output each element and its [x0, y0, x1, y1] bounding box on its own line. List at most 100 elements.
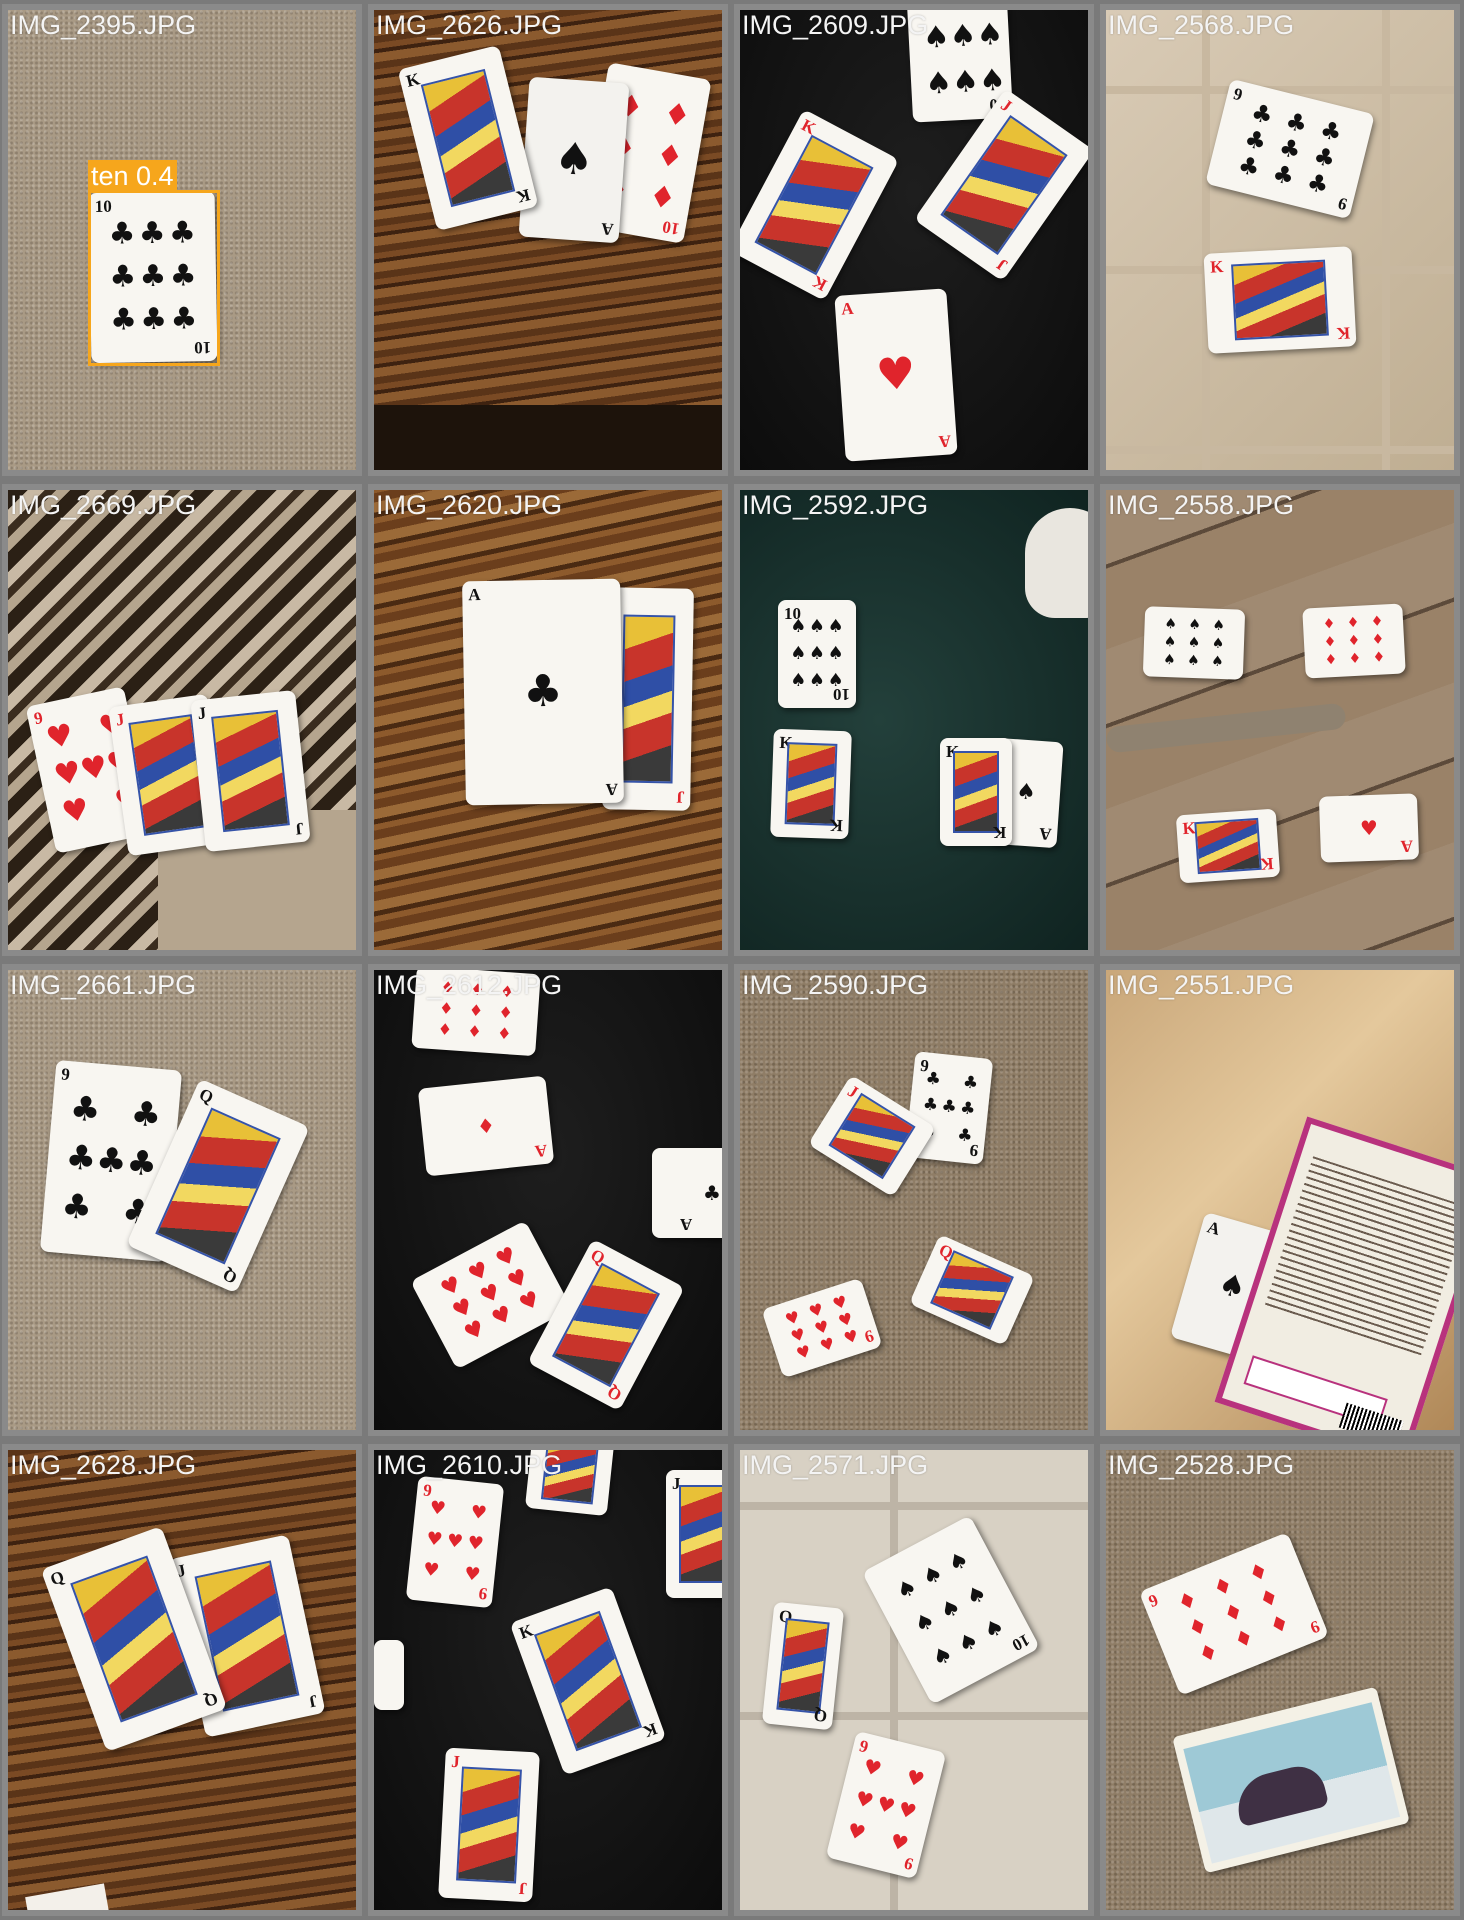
spade-icon: ♠ [1214, 1265, 1250, 1308]
tile-filename: IMG_2628.JPG [10, 1450, 197, 1480]
heart-icon: ♥ [1359, 815, 1379, 841]
card-index: 10 [833, 685, 850, 704]
playing-card: K K [770, 728, 852, 840]
card-pips: ♥ ♥ ♥ ♥ ♥ ♥ ♥ ♥ ♥ [782, 1291, 861, 1364]
image-tile[interactable]: IMG_2626.JPG ♦♦♦♦♦♦ 10 ♠ A K K [368, 4, 728, 476]
tile-filename: IMG_2568.JPG [1108, 10, 1295, 40]
card-index: 9 [1335, 193, 1349, 214]
card-index: A [605, 779, 618, 799]
card-index: K [516, 1620, 536, 1643]
card-index: A [937, 431, 952, 452]
card-index: Q [219, 1264, 240, 1288]
card-index: Q [47, 1566, 67, 1590]
card-index: A [533, 1140, 548, 1162]
card-face-art [929, 1250, 1015, 1330]
playing-card: ♠ ♠ ♠ ♠ ♠ ♠ ♠ ♠ ♠ [1142, 606, 1246, 680]
card-index: 10 [660, 217, 681, 239]
playing-card: ♥ A [1318, 793, 1420, 863]
image-tile[interactable]: IMG_2571.JPG ♠ ♠ ♠ ♠ ♠ ♠ ♠ ♠ ♠ 10 Q Q 9 ♥ ♥ ♥ ♥ ♥ ♥ ♥ … [734, 1444, 1094, 1916]
image-tile[interactable]: IMG_2528.JPG 9 ♦ ♦ ♦ ♦ ♦ ♦ ♦ ♦ ♦ 9 [1100, 1444, 1460, 1916]
spade-icon: ♠ [552, 132, 596, 187]
card-face-art [1194, 817, 1262, 874]
card-index: K [992, 823, 1006, 842]
image-tile[interactable]: IMG_2669.JPG 9 ♥♥♥♥♥♥♥ J J J [2, 484, 362, 956]
tile-background [1106, 10, 1454, 470]
card-index: A [468, 585, 481, 605]
tile-filename: IMG_2528.JPG [1108, 1450, 1295, 1480]
card-index: J [450, 1751, 461, 1772]
image-tile[interactable]: IMG_2628.JPG J J Q Q [2, 1444, 362, 1916]
spade-icon: ♠ [1015, 779, 1037, 806]
tile-filename: IMG_2612.JPG [376, 970, 563, 1000]
tile-filename: IMG_2620.JPG [376, 490, 563, 520]
card-face-art [775, 1617, 831, 1715]
card-index: A [600, 219, 614, 239]
image-tile[interactable]: IMG_2620.JPG J A ♣ A [368, 484, 728, 956]
card-pips: ♠ ♠ ♠ ♠ ♠ ♠ ♠ ♠ ♠ [790, 615, 844, 692]
card-index: 9 [32, 707, 45, 729]
card-index: K [640, 1719, 660, 1742]
image-tile[interactable]: IMG_2590.JPG 9 ♣♣♣♣♣♣♣ 9 J Q ♥♥♥♥♥♥♥♥♥ 9 [734, 964, 1094, 1436]
card-index: J [675, 787, 685, 807]
image-grid: IMG_2395.JPG 10 ♣ ♣ ♣ ♣ ♣ ♣ ♣ ♣ ♣ 10 ten 0.4 IMG… [0, 0, 1464, 1920]
tile-filename: IMG_2609.JPG [742, 10, 929, 40]
card-index: J [114, 709, 126, 730]
playing-card: ♦ A [417, 1075, 555, 1177]
card-index: K [514, 185, 532, 207]
card-index: A [840, 298, 855, 319]
image-tile[interactable]: IMG_2395.JPG 10 ♣ ♣ ♣ ♣ ♣ ♣ ♣ ♣ ♣ 10 ten 0.4 [2, 4, 362, 476]
game-controller [1025, 508, 1088, 618]
image-tile[interactable]: IMG_2592.JPG 10 ♠♠♠♠♠♠♠♠♠ 10 K K ♠ A K K [734, 484, 1094, 956]
card-index: 9 [968, 1140, 979, 1161]
playing-card: ♣ A [652, 1148, 722, 1238]
card-index: 9 [1307, 1616, 1323, 1638]
image-tile[interactable]: IMG_2558.JPG ♠ ♠ ♠ ♠ ♠ ♠ ♠ ♠ ♠ ♦ ♦ ♦ ♦ ♦ ♦ ♦ ♦ ♦ K K ♥ A [1100, 484, 1460, 956]
card-face-art [952, 750, 1000, 834]
card-index: 9 [1145, 1590, 1161, 1612]
image-tile[interactable]: IMG_2551.JPG A ♠ [1100, 964, 1460, 1436]
club-icon: ♣ [703, 1181, 721, 1205]
card-pips: ♥♥♥♥♥♥♥ [422, 1496, 488, 1587]
club-icon: ♣ [522, 665, 564, 718]
card-face-art [620, 614, 676, 784]
image-tile[interactable]: IMG_2609.JPG ♠♠♠♠♠♠ 10 K K J J A ♥ A [734, 4, 1094, 476]
image-tile[interactable]: IMG_2661.JPG 9 ♣ ♣ ♣ ♣ ♣ ♣ ♣ Q Q [2, 964, 362, 1436]
card-index: K [829, 815, 843, 836]
image-tile[interactable]: IMG_2568.JPG 9 ♣ ♣ ♣ ♣ ♣ ♣ ♣ ♣ ♣ 9 K K [1100, 4, 1460, 476]
detection-box [88, 190, 220, 366]
detection-label: ten 0.4 [88, 160, 177, 192]
card-index: K [1209, 256, 1224, 277]
card-index: Q [201, 1688, 221, 1712]
card-index: 9 [477, 1583, 488, 1604]
card-pips: ♣ ♣ ♣ ♣ ♣ ♣ ♣ ♣ ♣ [1235, 97, 1345, 201]
card-index: A [679, 1215, 692, 1234]
playing-card: K K [940, 738, 1012, 846]
playing-card: A ♥ A [834, 288, 958, 462]
playing-card: J J [438, 1747, 540, 1903]
card-index: K [798, 115, 819, 139]
image-tile[interactable]: IMG_2612.JPG ♦ ♦ ♦ ♦ ♦ ♦ ♦ ♦ ♦ ♦ A ♣ A ♥ ♥ ♥ ♥ ♥ ♥ ♥ ♥ ♥… [368, 964, 728, 1436]
playing-card-back: ♠ A [518, 76, 630, 244]
card-index: A [1205, 1217, 1223, 1239]
card-face-art [1230, 259, 1330, 341]
card-index: K [404, 69, 422, 91]
card-face-art [678, 1485, 722, 1583]
playing-card: Q Q [761, 1601, 845, 1731]
image-tile[interactable]: IMG_2610.JPG J 9 ♥ ♥ ♥ ♥ ♥ ♥ ♥ 9 K K J J [368, 1444, 728, 1916]
card-index: K [809, 271, 830, 295]
playing-card: K K [1175, 808, 1281, 884]
table-edge-shadow [374, 405, 722, 470]
card-index: J [992, 254, 1011, 275]
playing-card: J [666, 1470, 722, 1598]
tile-filename: IMG_2395.JPG [10, 10, 197, 40]
card-index: Q [812, 1705, 828, 1726]
playing-card: J J [190, 689, 311, 853]
card-pips: ♠ ♠ ♠ ♠ ♠ ♠ [921, 16, 1007, 102]
card-face-art [70, 1555, 198, 1723]
card-pips: ♦ ♦ ♦ ♦ ♦ ♦ ♦ ♦ ♦ [1322, 613, 1386, 669]
card-index: J [517, 1878, 528, 1899]
card-face-art [211, 710, 290, 832]
card-index: Q [196, 1084, 217, 1108]
playing-card: 10 ♠ ♠ ♠ ♠ ♠ ♠ ♠ ♠ ♠ 10 [778, 600, 856, 708]
tile-filename: IMG_2669.JPG [10, 490, 197, 520]
